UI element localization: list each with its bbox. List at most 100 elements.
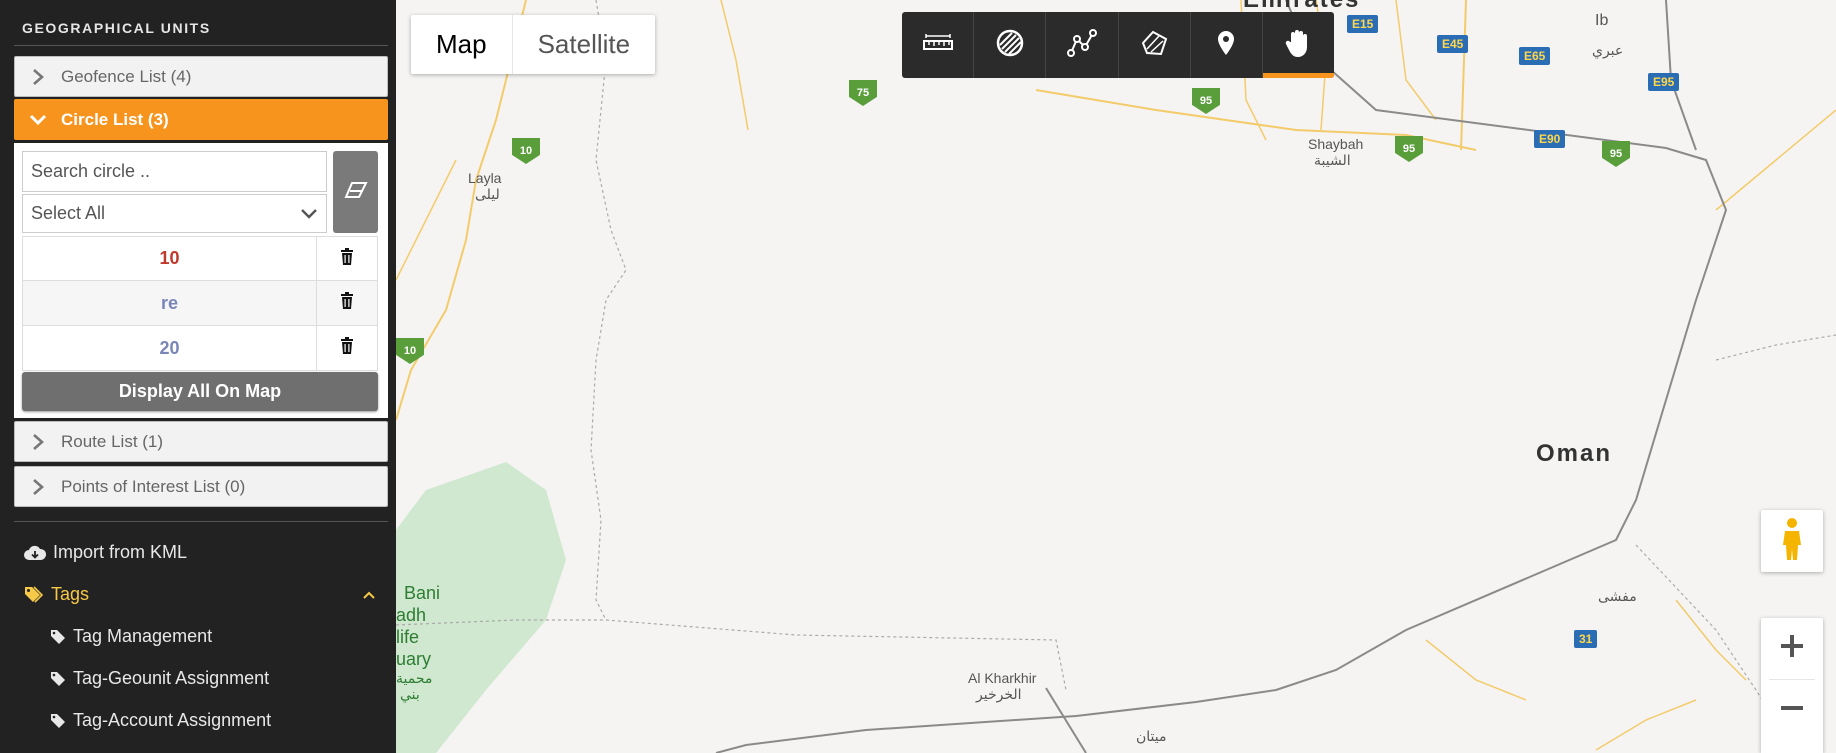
draw-circle-tool-button[interactable] xyxy=(974,12,1047,78)
route-shield: E15 xyxy=(1347,15,1379,33)
tag-icon xyxy=(50,671,66,687)
trash-icon xyxy=(340,247,354,270)
table-row: re xyxy=(22,281,378,326)
route-list-header[interactable]: Route List (1) xyxy=(14,421,388,462)
route-shield: E95 xyxy=(1648,73,1680,91)
route-shield: E90 xyxy=(1534,130,1566,148)
circle-name[interactable]: 20 xyxy=(23,326,317,370)
divider xyxy=(14,521,388,522)
hatched-circle-icon xyxy=(996,29,1024,62)
chevron-down-icon xyxy=(300,203,318,224)
route-shield: 31 xyxy=(1574,630,1598,648)
place-label: adh xyxy=(396,605,427,625)
measure-tool-button[interactable] xyxy=(902,12,975,78)
delete-circle-button[interactable] xyxy=(317,281,377,325)
place-label: محمية xyxy=(396,670,433,686)
pegman-icon xyxy=(1779,517,1805,566)
map-base-layer xyxy=(396,0,1836,753)
zoom-control xyxy=(1761,618,1823,753)
tag-account-assignment-link[interactable]: Tag-Account Assignment xyxy=(50,710,271,731)
draw-polygon-tool-button[interactable] xyxy=(1119,12,1191,78)
place-label: بني xyxy=(400,686,420,702)
trash-icon xyxy=(340,337,354,359)
country-label-oman: Oman xyxy=(1536,440,1613,467)
delete-circle-button[interactable] xyxy=(317,237,377,280)
tags-menu[interactable]: Tags xyxy=(24,584,376,605)
minus-icon xyxy=(1779,695,1805,726)
tag-account-assignment-label: Tag-Account Assignment xyxy=(73,710,272,730)
pan-tool-button[interactable] xyxy=(1262,12,1334,78)
circle-name[interactable]: 10 xyxy=(23,237,317,280)
table-row: 20 xyxy=(22,326,378,371)
polygon-icon xyxy=(1139,29,1169,62)
polyline-icon xyxy=(1066,28,1097,62)
import-kml-label: Import from KML xyxy=(53,542,188,562)
circle-list-panel: Select All 10 re xyxy=(14,143,388,418)
cloud-download-icon xyxy=(24,545,46,561)
trash-icon xyxy=(340,292,354,314)
tag-geounit-assignment-link[interactable]: Tag-Geounit Assignment xyxy=(50,668,269,689)
route-shield: E45 xyxy=(1437,35,1469,53)
tag-geounit-assignment-label: Tag-Geounit Assignment xyxy=(73,668,270,688)
map-type-control: Map Satellite xyxy=(411,15,656,74)
circle-list-label: Circle List (3) xyxy=(61,109,169,129)
satellite-view-button[interactable]: Satellite xyxy=(513,15,656,74)
ruler-icon xyxy=(922,33,953,58)
chevron-down-icon xyxy=(15,114,61,126)
circle-name[interactable]: re xyxy=(23,281,317,325)
place-label: Bani xyxy=(404,583,441,603)
drawing-toolbar xyxy=(902,12,1334,78)
map-view-button[interactable]: Map xyxy=(411,15,513,74)
map-pin-icon xyxy=(1217,30,1235,61)
zoom-in-button[interactable] xyxy=(1761,618,1823,679)
circle-table: 10 re 20 xyxy=(22,236,378,371)
place-label: ميتان xyxy=(1136,728,1167,744)
plus-icon xyxy=(1779,633,1805,664)
place-label: مفشى xyxy=(1598,588,1637,604)
table-row: 10 xyxy=(22,236,378,281)
poi-list-header[interactable]: Points of Interest List (0) xyxy=(14,466,388,507)
circle-list-header[interactable]: Circle List (3) xyxy=(14,99,388,140)
chevron-right-icon xyxy=(15,478,61,495)
search-circle-input[interactable] xyxy=(22,151,327,192)
display-all-on-map-button[interactable]: Display All On Map xyxy=(22,372,378,411)
draw-route-tool-button[interactable] xyxy=(1046,12,1119,78)
clear-search-button[interactable] xyxy=(333,151,378,233)
chevron-up-icon xyxy=(362,584,376,605)
tags-label: Tags xyxy=(51,584,90,604)
route-shield: E65 xyxy=(1519,47,1551,65)
place-label: Al Kharkhir xyxy=(968,670,1037,686)
place-label: الخرخير xyxy=(976,686,1022,702)
tags-icon xyxy=(24,585,44,604)
map-canvas[interactable]: Oman Emirates Layla ليلى Shaybah الشيبة … xyxy=(396,0,1836,753)
place-label: life xyxy=(396,627,420,647)
poi-list-label: Points of Interest List (0) xyxy=(61,476,246,496)
geofence-list-header[interactable]: Geofence List (4) xyxy=(14,56,388,97)
eraser-icon xyxy=(343,181,368,204)
tag-icon xyxy=(50,713,66,729)
import-kml-link[interactable]: Import from KML xyxy=(24,542,187,563)
place-label: عبري xyxy=(1592,42,1624,58)
geofence-list-label: Geofence List (4) xyxy=(61,66,192,86)
tag-icon xyxy=(50,629,66,645)
hand-icon xyxy=(1285,28,1311,63)
place-label: ليلى xyxy=(475,186,500,202)
delete-circle-button[interactable] xyxy=(317,326,377,370)
place-label: Ib xyxy=(1595,12,1609,29)
place-marker-tool-button[interactable] xyxy=(1191,12,1263,78)
sidebar: GEOGRAPHICAL UNITS Geofence List (4) Cir… xyxy=(0,0,396,753)
place-label: Shaybah xyxy=(1308,136,1364,152)
select-value: Select All xyxy=(31,203,106,223)
street-view-pegman[interactable] xyxy=(1761,510,1823,572)
place-label: Layla xyxy=(468,170,502,186)
place-label: uary xyxy=(396,649,432,669)
tag-management-label: Tag Management xyxy=(73,626,213,646)
select-all-dropdown[interactable]: Select All xyxy=(22,194,327,233)
tag-management-link[interactable]: Tag Management xyxy=(50,626,212,647)
route-list-label: Route List (1) xyxy=(61,431,164,451)
zoom-out-button[interactable] xyxy=(1761,680,1823,741)
chevron-right-icon xyxy=(15,433,61,450)
divider xyxy=(14,45,388,46)
sidebar-title: GEOGRAPHICAL UNITS xyxy=(22,20,211,36)
place-label: الشيبة xyxy=(1314,152,1351,168)
